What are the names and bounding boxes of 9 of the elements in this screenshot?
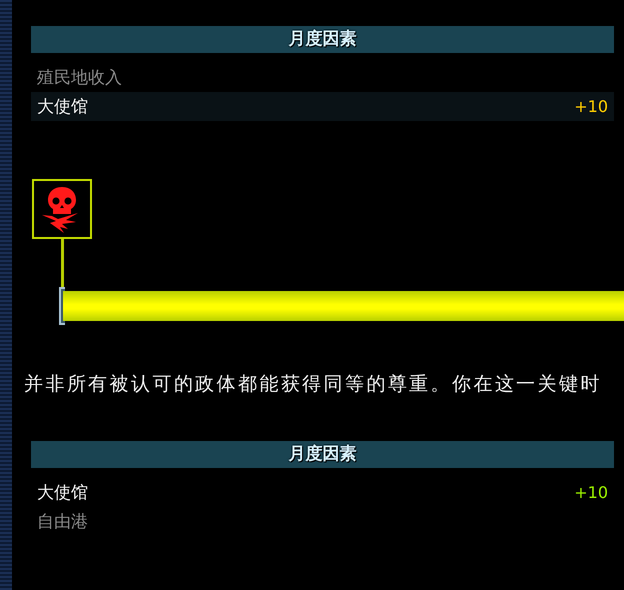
factor-value: +10	[574, 97, 608, 116]
factor-label: 自由港	[37, 511, 88, 533]
factor-label: 大使馆	[37, 96, 88, 118]
section-header: 月度因素	[31, 26, 614, 53]
section-header: 月度因素	[31, 441, 614, 468]
factor-label: 大使馆	[37, 482, 88, 504]
factor-label: 殖民地收入	[37, 67, 122, 89]
description-text: 并非所有被认可的政体都能获得同等的尊重。你在这一关键时	[24, 373, 602, 395]
factor-value: +10	[574, 483, 608, 502]
